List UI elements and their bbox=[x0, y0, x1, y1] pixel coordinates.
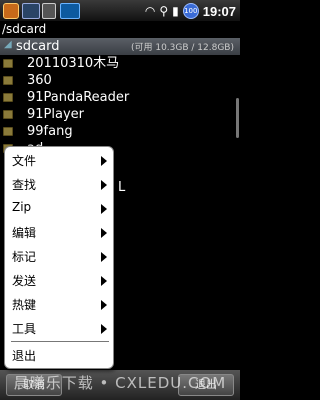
menu-item-find[interactable]: 查找 bbox=[5, 173, 113, 197]
menu-item-label: 编辑 bbox=[12, 226, 37, 240]
menu-item-edit[interactable]: 编辑 bbox=[5, 221, 113, 245]
data-notification-icon bbox=[60, 3, 80, 19]
usb-icon: ⚲ bbox=[159, 4, 169, 18]
menu-item-mark[interactable]: 标记 bbox=[5, 245, 113, 269]
file-row[interactable]: 360 bbox=[0, 72, 240, 89]
file-row[interactable]: 91PandaReader bbox=[0, 89, 240, 106]
clock: 19:07 bbox=[202, 3, 236, 19]
scrollbar[interactable] bbox=[236, 98, 239, 138]
file-name: 20110310木马 bbox=[27, 56, 120, 71]
file-row[interactable]: 99fang bbox=[0, 123, 240, 140]
wifi-icon: ◠ bbox=[144, 4, 156, 18]
folder-icon bbox=[3, 76, 13, 85]
file-name: 99fang bbox=[27, 124, 73, 139]
folder-icon bbox=[3, 59, 13, 68]
menu-item-label: Zip bbox=[12, 200, 32, 214]
menu-item-zip[interactable]: Zip bbox=[5, 197, 113, 221]
menu-item-send[interactable]: 发送 bbox=[5, 269, 113, 293]
watermark: 晨曦乐下载 • CXLEDU.COM bbox=[13, 374, 227, 392]
submenu-arrow-icon bbox=[101, 300, 107, 310]
context-menu: 文件 查找 Zip 编辑 标记 发送 热键 工具 退出 bbox=[4, 146, 114, 369]
file-name: sdcard bbox=[16, 39, 60, 54]
current-path: /sdcard bbox=[2, 22, 47, 36]
file-row[interactable]: 91Player bbox=[0, 106, 240, 123]
battery-icon: 100 bbox=[182, 3, 199, 19]
expand-arrow-icon[interactable]: ◢ bbox=[4, 39, 12, 50]
menu-item-tools[interactable]: 工具 bbox=[5, 317, 113, 341]
submenu-arrow-icon bbox=[101, 252, 107, 262]
menu-item-file[interactable]: 文件 bbox=[5, 149, 113, 173]
menu-item-label: 查找 bbox=[12, 178, 37, 192]
submenu-arrow-icon bbox=[101, 276, 107, 286]
submenu-arrow-icon bbox=[101, 228, 107, 238]
menu-item-label: 热键 bbox=[12, 298, 37, 312]
app-notification-icon bbox=[3, 3, 19, 19]
sd-notification-icon bbox=[42, 3, 56, 19]
menu-item-label: 标记 bbox=[12, 250, 37, 264]
menu-item-exit[interactable]: 退出 bbox=[5, 344, 113, 368]
menu-item-label: 发送 bbox=[12, 274, 37, 288]
folder-icon bbox=[3, 93, 13, 102]
signal-icon: ▮ bbox=[172, 4, 179, 18]
storage-capacity: (可用 10.3GB / 12.8GB) bbox=[130, 43, 234, 53]
path-bar: /sdcard bbox=[0, 22, 240, 38]
status-right: ◠ ⚲ ▮ 100 19:07 bbox=[145, 2, 236, 20]
submenu-arrow-icon bbox=[101, 204, 107, 214]
file-name: 360 bbox=[27, 73, 52, 88]
menu-item-label: 文件 bbox=[12, 154, 37, 168]
menu-item-label: 退出 bbox=[12, 349, 37, 363]
menu-item-hotkeys[interactable]: 热键 bbox=[5, 293, 113, 317]
submenu-arrow-icon bbox=[101, 180, 107, 190]
partial-file-name: L bbox=[118, 180, 126, 195]
submenu-arrow-icon bbox=[101, 156, 107, 166]
file-row[interactable]: 20110310木马 bbox=[0, 55, 240, 72]
status-bar: ◠ ⚲ ▮ 100 19:07 bbox=[0, 0, 240, 22]
file-name: 91PandaReader bbox=[27, 90, 130, 105]
image-notification-icon bbox=[22, 3, 40, 19]
folder-icon bbox=[3, 110, 13, 119]
submenu-arrow-icon bbox=[101, 324, 107, 334]
menu-divider bbox=[11, 341, 109, 342]
file-row-sdcard[interactable]: ◢ sdcard (可用 10.3GB / 12.8GB) bbox=[0, 38, 240, 55]
menu-item-label: 工具 bbox=[12, 322, 37, 336]
file-name: 91Player bbox=[27, 107, 84, 122]
folder-icon bbox=[3, 127, 13, 136]
